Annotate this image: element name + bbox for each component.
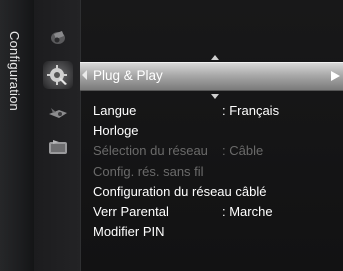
scroll-down-arrow-icon[interactable] [211, 94, 219, 99]
osd-menu: Configuration Plug & Play Langue: Franç… [0, 0, 343, 271]
menu-item-label: Langue [93, 103, 137, 118]
scroll-up-arrow-icon[interactable] [211, 55, 219, 60]
menu-item-value: : Marche [222, 204, 273, 219]
menu-item-config-reseau-cable[interactable]: Configuration du réseau câblé [93, 182, 339, 202]
menu-item-label: Plug & Play [93, 68, 163, 83]
input-icon[interactable] [47, 102, 69, 124]
menu-item-label: Sélection du réseau [93, 143, 208, 158]
menu-item-horloge[interactable]: Horloge [93, 121, 339, 141]
menu-item-label: Horloge [93, 123, 139, 138]
menu-item-selection-reseau: Sélection du réseau : Câble [93, 141, 339, 161]
menu-item-modifier-pin[interactable]: Modifier PIN [93, 222, 339, 242]
menu-item-langue[interactable]: Langue : Français [93, 101, 339, 121]
category-title: Configuration [7, 31, 22, 111]
back-arrow-icon[interactable] [82, 70, 87, 80]
menu-item-label: Modifier PIN [93, 224, 165, 239]
category-tab: Configuration [0, 0, 35, 271]
menu-item-plug-and-play[interactable]: Plug & Play [93, 66, 339, 86]
menu-item-verr-parental[interactable]: Verr Parental : Marche [93, 202, 339, 222]
menu-item-label: Verr Parental [93, 204, 169, 219]
application-icon[interactable] [47, 136, 69, 158]
setup-gear-icon[interactable] [43, 61, 73, 89]
menu-item-value: : Français [222, 103, 280, 118]
menu-item-label: Configuration du réseau câblé [93, 184, 267, 199]
picture-icon[interactable] [47, 26, 69, 48]
menu-item-value: : Câble [222, 143, 264, 158]
menu-item-label: Config. rés. sans fil [93, 164, 204, 179]
category-icon-column [34, 0, 80, 271]
menu-item-config-reseau-sans-fil: Config. rés. sans fil [93, 162, 339, 182]
